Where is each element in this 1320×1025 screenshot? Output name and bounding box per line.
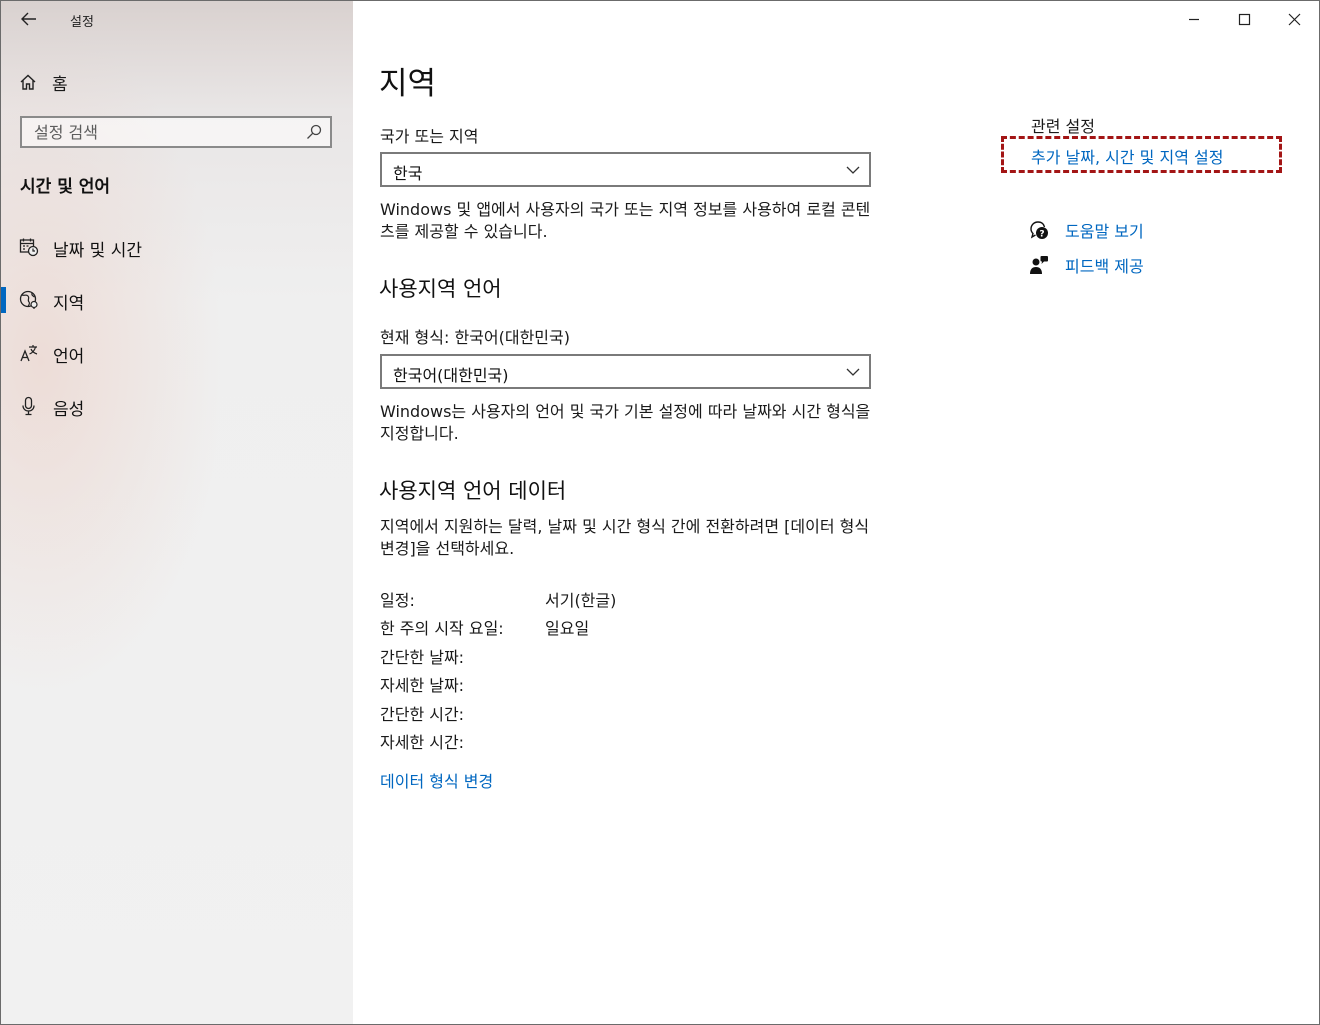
- language-icon: [20, 345, 38, 362]
- back-button[interactable]: [17, 7, 43, 31]
- locale-heading: 사용지역 언어: [379, 277, 502, 301]
- additional-date-time-region-link[interactable]: 추가 날짜, 시간 및 지역 설정: [1031, 144, 1223, 168]
- app-title: 설정: [70, 15, 94, 30]
- data-key-long-date: 자세한 날짜:: [380, 676, 465, 695]
- home-icon: [20, 74, 36, 90]
- search-input[interactable]: [22, 118, 304, 146]
- sidebar: 설정 홈 시간 및 언어 날짜 및 시간: [1, 1, 353, 1024]
- get-help-link[interactable]: 도움말 보기: [1065, 218, 1144, 242]
- change-data-format-link[interactable]: 데이터 형식 변경: [380, 768, 493, 792]
- microphone-icon: [22, 396, 35, 416]
- search-box[interactable]: [20, 116, 332, 148]
- sidebar-item-speech[interactable]: 음성: [1, 383, 353, 429]
- settings-window: 설정 홈 시간 및 언어 날짜 및 시간: [0, 0, 1320, 1025]
- data-key-short-date: 간단한 날짜:: [380, 648, 465, 667]
- sidebar-item-label: 언어: [53, 347, 85, 367]
- feedback-row[interactable]: 피드백 제공: [1029, 253, 1289, 277]
- home-label: 홈: [52, 74, 68, 95]
- data-key-first-day: 한 주의 시작 요일:: [380, 619, 504, 638]
- search-icon[interactable]: [306, 124, 322, 140]
- chevron-down-icon: [846, 166, 860, 174]
- country-description: Windows 및 앱에서 사용자의 국가 또는 지역 정보를 사용하여 로컬 …: [380, 200, 871, 241]
- sidebar-item-label: 음성: [53, 400, 85, 420]
- home-button[interactable]: 홈: [19, 67, 339, 97]
- data-value-calendar: 서기(한글): [545, 591, 617, 610]
- sidebar-item-label: 날짜 및 시간: [53, 241, 143, 261]
- format-value: 한국어(대한민국): [393, 366, 509, 385]
- section-title: 시간 및 언어: [20, 177, 111, 197]
- format-description: Windows는 사용자의 언어 및 국가 기본 설정에 따라 날짜와 시간 형…: [380, 402, 871, 443]
- data-key-calendar: 일정:: [380, 591, 415, 610]
- back-arrow-icon: [21, 12, 36, 26]
- related-settings-title: 관련 설정: [1031, 117, 1095, 136]
- selection-indicator: [1, 287, 6, 313]
- data-key-short-time: 간단한 시간:: [380, 705, 465, 724]
- chevron-down-icon: [846, 368, 860, 376]
- format-label: 현재 형식: 한국어(대한민국): [380, 328, 570, 347]
- main-content: 지역 국가 또는 지역 한국 Windows 및 앱에서 사용자의 국가 또는 …: [353, 1, 1319, 1024]
- data-key-long-time: 자세한 시간:: [380, 733, 465, 752]
- sidebar-item-date-time[interactable]: 날짜 및 시간: [1, 224, 353, 270]
- page-title: 지역: [379, 66, 437, 102]
- globe-icon: [19, 290, 38, 309]
- country-value: 한국: [393, 164, 423, 183]
- svg-text:?: ?: [1039, 230, 1044, 240]
- data-heading: 사용지역 언어 데이터: [379, 479, 567, 503]
- data-value-first-day: 일요일: [545, 619, 590, 638]
- title-bar: 설정: [1, 1, 353, 39]
- calendar-clock-icon: [19, 238, 39, 257]
- get-help-row[interactable]: ? 도움말 보기: [1029, 218, 1289, 242]
- give-feedback-link[interactable]: 피드백 제공: [1065, 253, 1144, 277]
- help-chat-icon: ?: [1030, 221, 1048, 240]
- country-dropdown[interactable]: 한국: [380, 152, 871, 187]
- sidebar-item-language[interactable]: 언어: [1, 330, 353, 376]
- sidebar-item-label: 지역: [53, 294, 85, 314]
- sidebar-item-region[interactable]: 지역: [1, 277, 353, 323]
- feedback-person-icon: [1030, 256, 1048, 274]
- format-dropdown[interactable]: 한국어(대한민국): [380, 354, 871, 389]
- country-label: 국가 또는 지역: [380, 127, 479, 146]
- data-description: 지역에서 지원하는 달력, 날짜 및 시간 형식 간에 전환하려면 [데이터 형…: [380, 517, 870, 558]
